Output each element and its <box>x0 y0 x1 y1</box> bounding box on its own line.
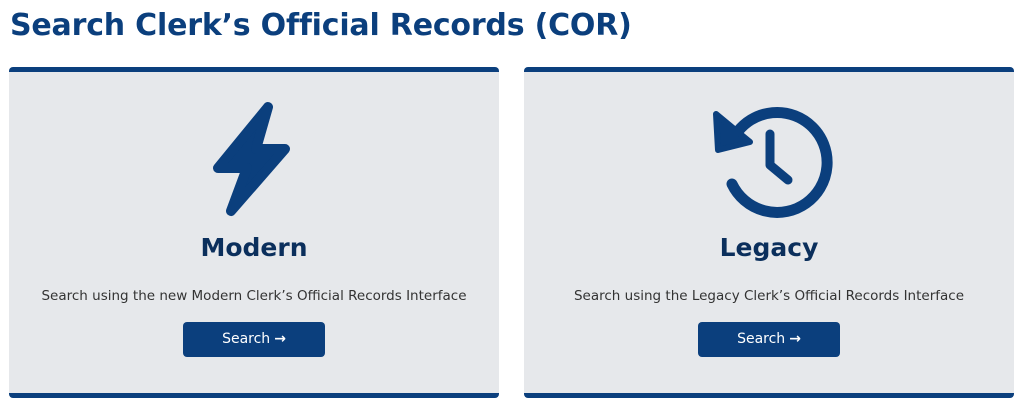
legacy-card: Legacy Search using the Legacy Clerk’s O… <box>524 67 1014 398</box>
page-title: Search Clerk’s Official Records (COR) <box>10 8 632 43</box>
card-title: Modern <box>200 233 308 262</box>
search-button-label: Search <box>222 331 271 347</box>
card-description: Search using the new Modern Clerk’s Offi… <box>41 288 467 304</box>
arrow-right-icon: → <box>274 331 286 347</box>
modern-search-button[interactable]: Search → <box>183 322 325 357</box>
search-button-label: Search <box>737 331 786 347</box>
legacy-search-button[interactable]: Search → <box>698 322 840 357</box>
card-title: Legacy <box>719 233 819 262</box>
card-description: Search using the Legacy Clerk’s Official… <box>573 288 965 304</box>
history-clock-icon <box>704 98 834 222</box>
modern-card: Modern Search using the new Modern Clerk… <box>9 67 499 398</box>
arrow-right-icon: → <box>789 331 801 347</box>
lightning-bolt-icon <box>189 98 319 222</box>
